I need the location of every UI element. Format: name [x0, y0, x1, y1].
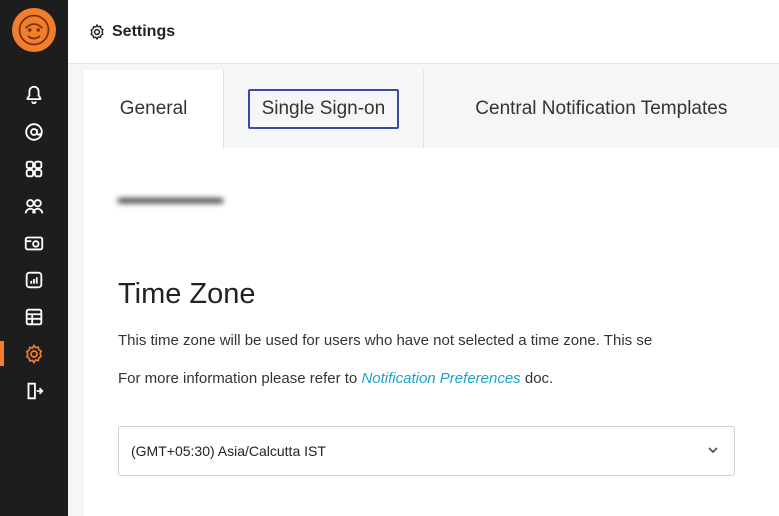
tab-label: General: [119, 98, 188, 119]
sidebar-item-logout[interactable]: [0, 372, 68, 409]
more-info-suffix: doc.: [520, 370, 554, 387]
notification-preferences-link[interactable]: Notification Preferences: [361, 370, 520, 387]
settings-card: General Single Sign-on Central Notificat…: [84, 70, 779, 516]
camera-icon: [24, 236, 44, 250]
sidebar: [0, 0, 68, 516]
sidebar-item-reports[interactable]: [0, 261, 68, 298]
gear-icon: [25, 343, 43, 364]
tab-single-sign-on[interactable]: Single Sign-on: [224, 70, 424, 148]
blurred-section-title: ▬▬▬▬▬▬▬: [118, 190, 223, 207]
logout-icon: [27, 382, 44, 399]
chevron-down-icon: [708, 447, 718, 454]
sidebar-item-teams[interactable]: [0, 187, 68, 224]
logo-icon[interactable]: [12, 8, 56, 52]
table-icon: [25, 308, 43, 325]
users-icon: [24, 198, 44, 213]
sidebar-item-settings[interactable]: [0, 335, 68, 372]
tab-general[interactable]: General: [84, 70, 225, 148]
chart-icon: [25, 271, 43, 288]
time-zone-title: Time Zone: [118, 278, 256, 310]
page-title: Settings: [112, 22, 176, 40]
sidebar-item-mentions[interactable]: [0, 113, 68, 150]
more-info-prefix: For more information please refer to: [118, 370, 362, 387]
gear-icon: [88, 23, 106, 41]
sidebar-item-notifications[interactable]: [0, 76, 68, 113]
tab-central-notification-templates[interactable]: Central Notification Templates: [423, 70, 779, 148]
content-area: General Single Sign-on Central Notificat…: [68, 64, 779, 516]
page-header: Settings: [68, 0, 779, 64]
time-zone-more-info: For more information please refer to Not…: [118, 370, 553, 387]
tab-label: Single Sign-on: [247, 89, 400, 129]
tab-bar: General Single Sign-on Central Notificat…: [84, 70, 779, 148]
at-sign-icon: [25, 122, 43, 141]
grid-icon: [25, 160, 43, 177]
sidebar-item-services[interactable]: [0, 150, 68, 187]
time-zone-select[interactable]: (GMT+05:30) Asia/Calcutta IST: [118, 426, 735, 476]
bell-icon: [26, 85, 42, 104]
time-zone-description: This time zone will be used for users wh…: [118, 332, 653, 349]
sidebar-item-monitors[interactable]: [0, 224, 68, 261]
tab-label: Central Notification Templates: [475, 98, 728, 119]
sidebar-item-tables[interactable]: [0, 298, 68, 335]
time-zone-selected-value: (GMT+05:30) Asia/Calcutta IST: [131, 443, 326, 459]
